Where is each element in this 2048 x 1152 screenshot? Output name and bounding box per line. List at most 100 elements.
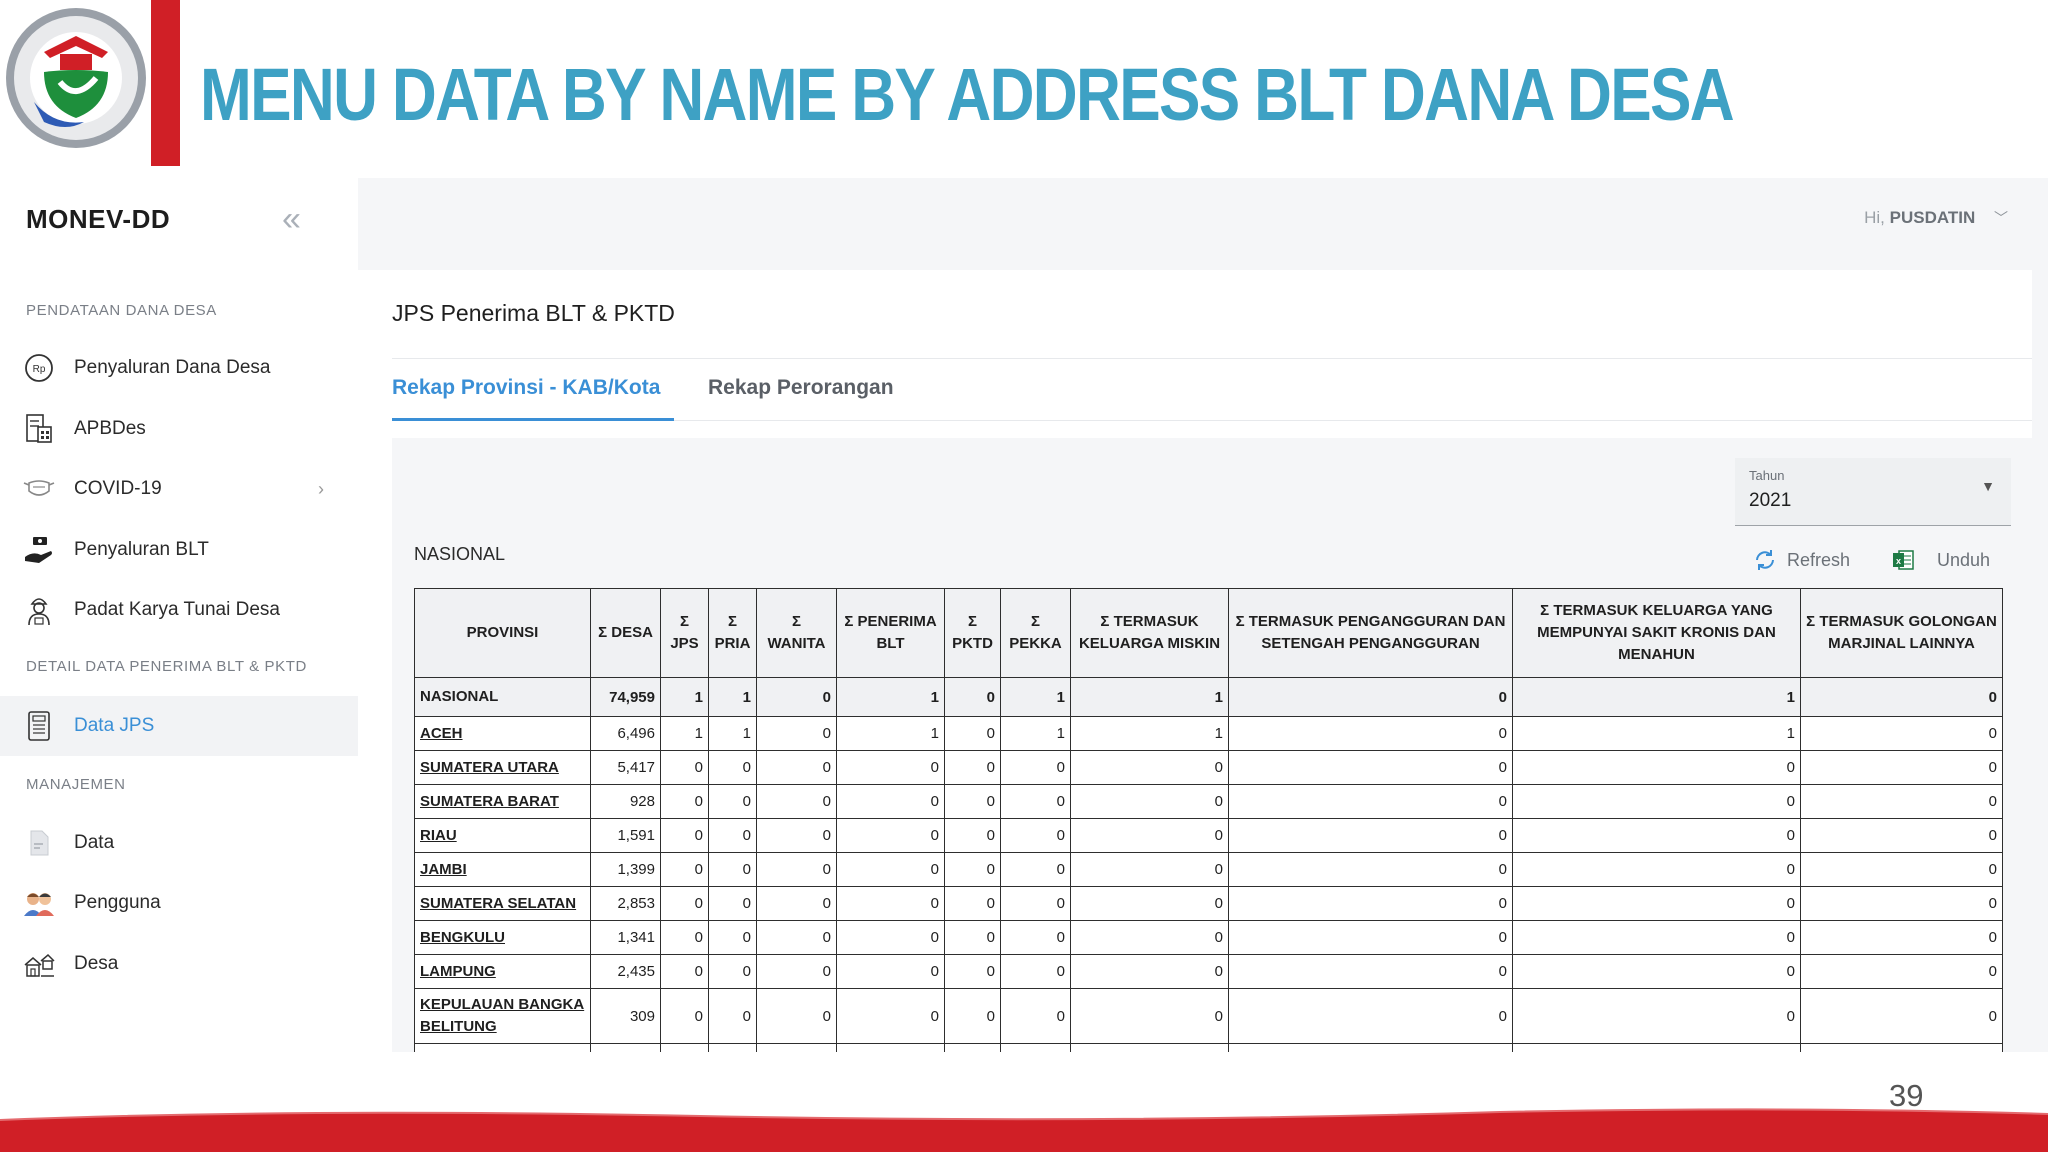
table-cell: 0 — [660, 1043, 709, 1052]
table-cell: 0 — [1228, 677, 1513, 717]
table-cell: 0 — [1512, 886, 1801, 921]
user-greeting: Hi, — [1864, 208, 1885, 227]
table-cell: 0 — [1000, 818, 1071, 853]
rupiah-coin-icon: Rp — [22, 351, 56, 385]
sidebar-item-data[interactable]: Data — [0, 813, 358, 873]
table-cell: 0 — [1800, 954, 2003, 989]
table-cell: 1 — [1000, 716, 1071, 751]
table-cell: 0 — [944, 1043, 1001, 1052]
province-link[interactable]: SUMATERA BARAT — [414, 784, 591, 819]
table-row: KEPULAUAN BANGKA BELITUNG 309 0 0 0 0 0 0 0 0 0 0 — [414, 988, 2003, 1044]
province-link[interactable]: ACEH — [414, 716, 591, 751]
tab-rekap-perorangan[interactable]: Rekap Perorangan — [708, 376, 894, 400]
table-cell: 1 — [836, 716, 945, 751]
sidebar-item-pengguna[interactable]: Pengguna — [0, 873, 358, 933]
table-header-row: PROVINSI Σ DESA Σ JPS Σ PRIA Σ WANITA Σ … — [414, 588, 2003, 678]
column-header: Σ PENERIMA BLT — [836, 588, 945, 678]
chevron-down-icon: ﹀ — [1994, 210, 2008, 226]
sidebar-item-desa[interactable]: Desa — [0, 934, 358, 994]
building-document-icon — [22, 412, 56, 446]
table-cell: 0 — [836, 852, 945, 887]
year-select-value: 2021 — [1749, 490, 1792, 511]
table-cell: 0 — [756, 920, 837, 955]
ministry-logo — [6, 8, 146, 148]
column-header: Σ DESA — [590, 588, 661, 678]
hand-money-icon — [22, 533, 56, 567]
app-window: MONEV-DD « PENDATAAN DANA DESA Rp Penyal… — [0, 178, 2048, 1052]
active-tab-indicator — [392, 418, 674, 421]
bottom-red-band — [0, 1108, 2048, 1152]
table-cell: 0 — [1070, 852, 1229, 887]
svg-text:x: x — [1896, 556, 1901, 566]
table-cell: 0 — [1228, 716, 1513, 751]
user-menu[interactable]: Hi, PUSDATIN ﹀ — [1864, 208, 2008, 228]
table-cell: 0 — [756, 954, 837, 989]
sidebar-item-label: Data JPS — [74, 715, 155, 736]
column-header: Σ TERMASUK GOLONGAN MARJINAL LAINNYA — [1800, 588, 2003, 678]
users-icon — [22, 886, 56, 920]
column-header: Σ TERMASUK KELUARGA YANG MEMPUNYAI SAKIT… — [1512, 588, 1801, 678]
table-cell: 0 — [1800, 852, 2003, 887]
table-cell: 0 — [756, 750, 837, 785]
sidebar-item-apbdes[interactable]: APBDes — [0, 399, 358, 459]
red-accent-bar — [151, 0, 180, 166]
table-cell: 0 — [1070, 818, 1229, 853]
table-cell: 0 — [836, 988, 945, 1044]
column-header: Σ PKTD — [944, 588, 1001, 678]
table-cell: 0 — [1000, 784, 1071, 819]
table-cell: 5,417 — [590, 750, 661, 785]
table-cell: 1,399 — [590, 852, 661, 887]
province-link[interactable]: KEPULAUAN BANGKA BELITUNG — [414, 988, 591, 1044]
sidebar-item-data-jps[interactable]: Data JPS — [0, 696, 358, 756]
table-cell: 0 — [1800, 818, 2003, 853]
sidebar-item-penyaluran-blt[interactable]: Penyaluran BLT — [0, 520, 358, 580]
column-header: Σ TERMASUK PENGANGGURAN DAN SETENGAH PEN… — [1228, 588, 1513, 678]
table-cell: 0 — [1800, 1043, 2003, 1052]
refresh-button[interactable]: Refresh — [1753, 548, 1850, 572]
year-select[interactable]: Tahun 2021 ▼ — [1735, 458, 2011, 526]
sidebar-item-label: Pengguna — [74, 892, 161, 913]
table-cell: 0 — [836, 886, 945, 921]
table-cell: 0 — [708, 886, 757, 921]
sidebar-item-penyaluran-dana-desa[interactable]: Rp Penyaluran Dana Desa — [0, 338, 358, 398]
table-cell: 0 — [836, 750, 945, 785]
table-cell: 0 — [1070, 1043, 1229, 1052]
page-title: JPS Penerima BLT & PKTD — [392, 300, 675, 326]
column-header: Σ JPS — [660, 588, 709, 678]
sidebar-item-label: Penyaluran BLT — [74, 539, 209, 560]
double-chevron-left-icon[interactable]: « — [282, 200, 301, 239]
table-cell: 0 — [1228, 920, 1513, 955]
province-link[interactable]: BENGKULU — [414, 920, 591, 955]
table-cell: 0 — [708, 920, 757, 955]
table-row: ACEH 6,496 1 1 0 1 0 1 1 0 1 0 — [414, 716, 2003, 751]
total-row: NASIONAL 74,959 1 1 0 1 0 1 1 0 1 0 — [414, 677, 2003, 717]
table-cell: 0 — [1512, 750, 1801, 785]
province-link[interactable]: LAMPUNG — [414, 954, 591, 989]
download-label: Unduh — [1937, 549, 1991, 570]
table-cell: 0 — [944, 677, 1001, 717]
province-link[interactable]: RIAU — [414, 818, 591, 853]
sidebar-item-covid-19[interactable]: COVID-19 › — [0, 459, 358, 519]
dropdown-arrow-icon: ▼ — [1981, 478, 1995, 494]
table-cell: 0 — [944, 750, 1001, 785]
table-cell: 0 — [1070, 784, 1229, 819]
tab-rekap-provinsi[interactable]: Rekap Provinsi - KAB/Kota — [392, 376, 660, 400]
table-cell: 0 — [708, 1043, 757, 1052]
table-cell: 0 — [836, 954, 945, 989]
province-link[interactable]: KEPULAUAN RIAU — [414, 1043, 591, 1052]
table-cell: 1 — [660, 677, 709, 717]
table-cell: 0 — [756, 677, 837, 717]
table-cell: 0 — [1512, 988, 1801, 1044]
table-cell: 0 — [1512, 1043, 1801, 1052]
province-link[interactable]: SUMATERA SELATAN — [414, 886, 591, 921]
sidebar-item-padat-karya-tunai-desa[interactable]: Padat Karya Tunai Desa — [0, 580, 358, 640]
divider — [392, 358, 2032, 359]
table-row: KEPULAUAN RIAU2750000000000 — [414, 1043, 2003, 1052]
province-link[interactable]: JAMBI — [414, 852, 591, 887]
table-row: JAMBI 1,399 0 0 0 0 0 0 0 0 0 0 — [414, 852, 2003, 887]
download-button[interactable]: x Unduh — [1891, 548, 1990, 572]
province-link[interactable]: SUMATERA UTARA — [414, 750, 591, 785]
table-cell: 0 — [1000, 988, 1071, 1044]
top-bar: Hi, PUSDATIN ﹀ — [358, 178, 2048, 266]
table-row: BENGKULU 1,341 0 0 0 0 0 0 0 0 0 0 — [414, 920, 2003, 955]
